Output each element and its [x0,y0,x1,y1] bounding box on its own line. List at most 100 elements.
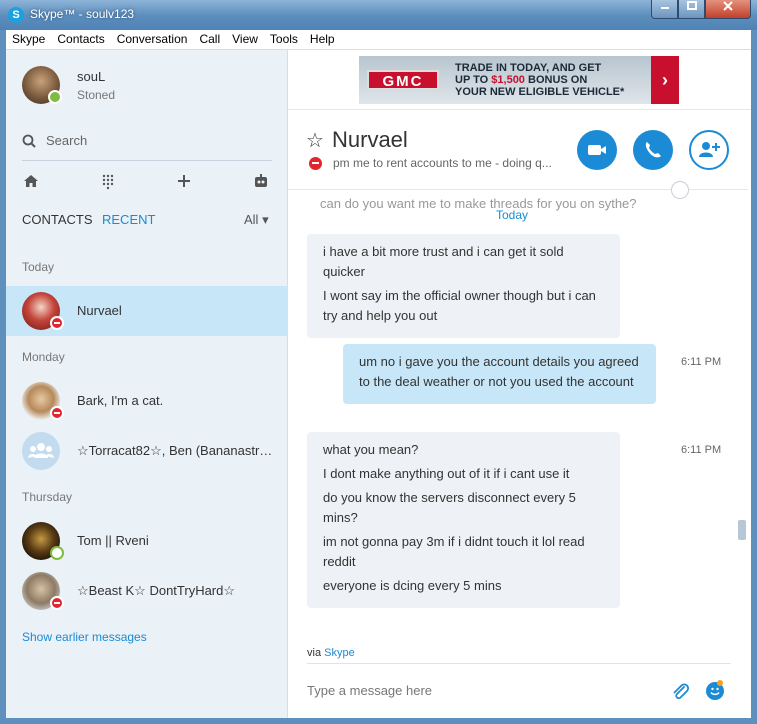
profile-mood[interactable]: Stoned [77,88,115,102]
filter-label: All [244,212,259,227]
search-label: Search [46,133,88,148]
ad-line-2-prefix: UP TO [455,74,492,86]
away-status-icon [50,546,64,560]
close-button[interactable] [705,0,751,19]
window-frame-bottom [0,718,757,724]
menu-skype[interactable]: Skype [6,30,51,46]
ad-text: TRADE IN TODAY, AND GET UP TO $1,500 BON… [455,62,651,98]
date-divider: Today [496,208,529,222]
recent-item-tom[interactable]: Tom || Rveni [6,516,288,566]
chevron-down-icon: ▾ [262,212,269,227]
video-call-button[interactable] [577,130,617,170]
favorite-star-icon[interactable]: ☆ [306,128,324,153]
show-earlier-messages-link[interactable]: Show earlier messages [22,630,147,644]
message-text: everyone is dcing every 5 mins [323,578,502,593]
section-thursday: Thursday [22,490,73,504]
divider [307,663,731,664]
recent-item-nurvael[interactable]: Nurvael [6,286,288,336]
notification-dot-icon [717,680,723,686]
search-icon [22,134,36,148]
tab-contacts[interactable]: CONTACTS [22,212,93,227]
section-today: Today [22,260,55,274]
message-text: i have a bit more trust and i can get it… [323,244,564,279]
gmc-logo: GMC [367,70,439,90]
minimize-icon [660,7,669,9]
menu-bar: Skype Contacts Conversation Call View Tools He… [6,30,751,50]
recent-item-beast[interactable]: ☆Beast K☆ DontTryHard☆ [6,566,288,616]
filter-dropdown[interactable]: All ▾ [244,212,269,228]
phone-icon [645,142,661,158]
do-not-disturb-icon [50,596,64,610]
audio-call-button[interactable] [633,130,673,170]
contact-name: Nurvael [77,303,122,318]
title-bar: S Skype™ - soulv123 [0,0,757,30]
menu-contacts[interactable]: Contacts [51,30,110,46]
via-label: via Skype [307,647,355,659]
message-incoming[interactable]: what you mean? I dont make anything out … [307,432,620,608]
message-faded: can do you want me to make threads for y… [320,196,637,211]
section-monday: Monday [22,350,65,364]
do-not-disturb-icon [309,157,322,170]
window-controls [651,0,751,19]
profile-name: souL [77,69,106,84]
contact-mood-message: pm me to rent accounts to me - doing q..… [333,156,552,170]
window-title: Skype™ - soulv123 [30,7,135,21]
message-input[interactable]: Type a message here [307,683,432,698]
conversation-title: Nurvael [332,127,408,152]
message-outgoing[interactable]: um no i gave you the account details you… [343,344,656,404]
message-text: what you mean? [323,442,419,457]
message-text: im not gonna pay 3m if i didnt touch it … [323,534,585,569]
contact-name: Tom || Rveni [77,533,149,548]
menu-help[interactable]: Help [304,30,341,46]
recent-item-group[interactable]: ☆Torracat82☆, Ben (Bananastr… [6,426,288,476]
close-icon [723,1,733,11]
message-text: I dont make anything out of it if i cant… [323,466,570,481]
search-bar[interactable]: Search [22,132,272,154]
message-incoming[interactable]: i have a bit more trust and i can get it… [307,234,620,338]
menu-call[interactable]: Call [193,30,226,46]
bot-icon[interactable] [252,172,270,190]
add-person-icon [699,142,720,157]
message-text: I wont say im the official owner though … [323,288,596,323]
message-timestamp: 6:11 PM [681,444,722,456]
via-skype-link[interactable]: Skype [324,647,355,659]
contact-name: ☆Beast K☆ DontTryHard☆ [77,583,236,598]
message-text: um no i gave you the account details you… [359,354,639,389]
message-history: can do you want me to make threads for y… [288,190,751,650]
add-participant-button[interactable] [689,130,729,170]
contact-name: Bark, I'm a cat. [77,393,164,408]
menu-view[interactable]: View [226,30,264,46]
conversation-pane: GMC TRADE IN TODAY, AND GET UP TO $1,500… [288,50,751,718]
attachment-icon[interactable] [670,681,690,701]
sidebar: souL Stoned Search CONTACTS RECENT All ▾… [6,50,288,718]
menu-tools[interactable]: Tools [264,30,304,46]
maximize-icon [686,1,697,10]
tab-recent[interactable]: RECENT [102,212,155,227]
minimize-button[interactable] [651,0,678,19]
ad-arrow-icon[interactable]: › [651,56,679,104]
ad-amount: $1,500 [491,74,525,86]
recent-item-bark[interactable]: Bark, I'm a cat. [6,376,288,426]
ad-line-2: UP TO $1,500 BONUS ON [455,74,651,86]
divider [288,109,751,110]
ad-line-1: TRADE IN TODAY, AND GET [455,62,602,74]
plus-icon[interactable] [175,172,193,190]
maximize-button[interactable] [678,0,705,19]
via-prefix: via [307,647,325,659]
menu-conversation[interactable]: Conversation [111,30,194,46]
ad-line-2-suffix: BONUS ON [524,74,588,86]
window-frame-right [751,30,757,724]
home-icon[interactable] [22,172,40,190]
ad-line-3: YOUR NEW ELIGIBLE VEHICLE* [455,86,625,98]
do-not-disturb-icon [50,316,64,330]
scrollbar-thumb[interactable] [738,520,746,540]
ad-banner[interactable]: GMC TRADE IN TODAY, AND GET UP TO $1,500… [359,56,679,104]
skype-logo-icon: S [8,7,24,23]
sidebar-toolbar [22,172,272,190]
message-timestamp: 6:11 PM [681,356,722,368]
message-text: do you know the servers disconnect every… [323,490,576,525]
do-not-disturb-icon [50,406,64,420]
dialpad-icon[interactable] [99,172,117,190]
video-camera-icon [588,145,606,155]
contact-name: ☆Torracat82☆, Ben (Bananastr… [77,443,273,458]
